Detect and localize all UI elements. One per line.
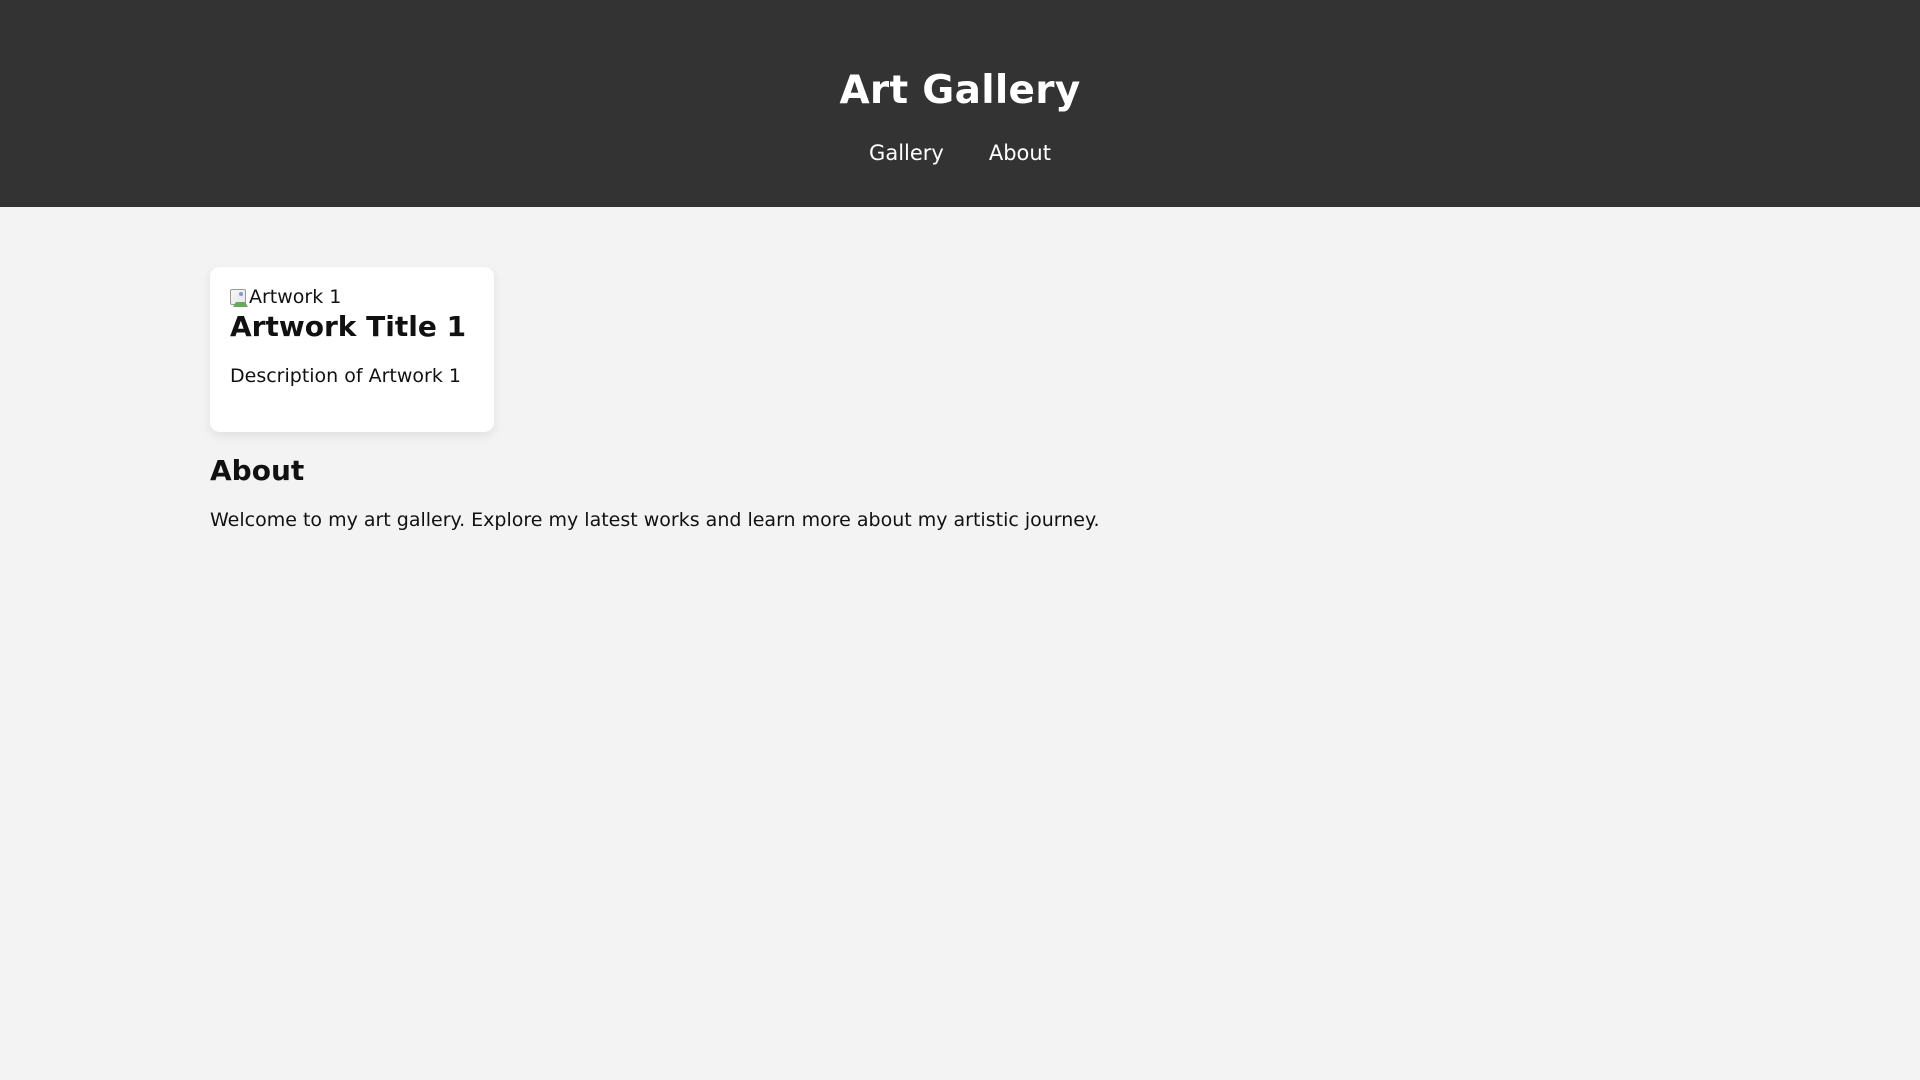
artwork-card: Artwork 1 Artwork Title 1 Description of…: [210, 267, 494, 432]
main-navigation: Gallery About: [0, 138, 1920, 168]
artwork-description: Description of Artwork 1: [230, 365, 461, 387]
nav-link-about[interactable]: About: [989, 138, 1051, 168]
artwork-image-alt: Artwork 1: [249, 286, 342, 308]
artwork-image: Artwork 1: [230, 286, 474, 308]
gallery-section: Artwork 1 Artwork Title 1 Description of…: [210, 267, 1710, 432]
nav-link-gallery[interactable]: Gallery: [869, 138, 944, 168]
site-title: Art Gallery: [839, 68, 1081, 113]
about-section: About Welcome to my art gallery. Explore…: [210, 452, 1710, 533]
artwork-title: Artwork Title 1: [230, 310, 467, 343]
about-text: Welcome to my art gallery. Explore my la…: [210, 509, 1100, 531]
broken-image-icon: [230, 289, 248, 307]
about-title: About: [210, 454, 305, 487]
site-header: Art Gallery Gallery About: [0, 0, 1920, 207]
main-content: Artwork 1 Artwork Title 1 Description of…: [210, 207, 1710, 533]
